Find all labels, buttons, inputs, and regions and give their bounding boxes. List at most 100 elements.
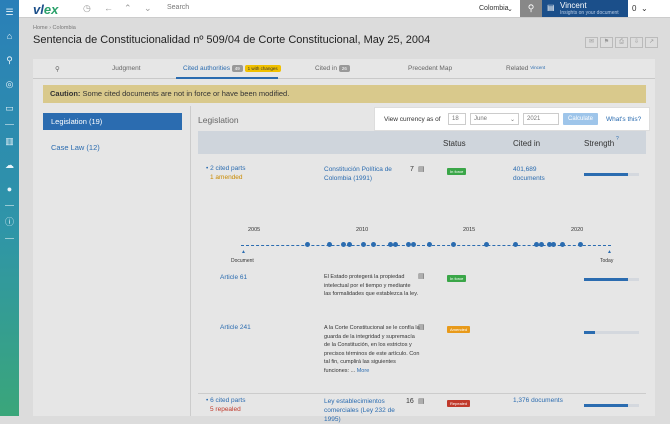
- download-icon[interactable]: ⇩: [630, 37, 643, 48]
- cited-parts-toggle[interactable]: • 2 cited parts: [206, 165, 246, 172]
- logo-main: vl: [33, 2, 44, 17]
- timeline-dot[interactable]: [539, 242, 544, 247]
- month-select[interactable]: June ⌄: [470, 113, 519, 125]
- cited-parts-toggle[interactable]: • 6 cited parts: [206, 397, 246, 404]
- timeline-dot[interactable]: [578, 242, 583, 247]
- related-badge: Vincent: [530, 65, 546, 70]
- tab-search-icon[interactable]: ⚲: [55, 65, 60, 73]
- history-icon[interactable]: ◷: [83, 3, 91, 14]
- country-selector[interactable]: Colombia: [479, 5, 509, 12]
- search-input[interactable]: Search: [167, 4, 189, 11]
- timeline-dot[interactable]: [361, 242, 366, 247]
- timeline-dot[interactable]: [411, 242, 416, 247]
- table-row: Article 61 El Estado protegerá la propie…: [198, 270, 646, 316]
- column-divider: [190, 106, 191, 416]
- document-icon[interactable]: ▤: [418, 397, 425, 405]
- legislation-filter[interactable]: Legislation (19): [43, 113, 182, 130]
- section-label: Legislation: [198, 115, 239, 125]
- home-icon[interactable]: ⌂: [0, 24, 19, 48]
- timeline-dot[interactable]: [327, 242, 332, 247]
- user-name: Vincent: [560, 1, 587, 10]
- article-text-body: A la Corte Constitucional se le confía l…: [324, 325, 420, 374]
- search-icon: ⚲: [527, 3, 535, 13]
- status-badge: Amended: [447, 326, 471, 333]
- timeline-dot[interactable]: [560, 242, 565, 247]
- timeline-year: 2005: [248, 227, 261, 233]
- tab-cited-in[interactable]: Cited in 26: [315, 65, 350, 72]
- search-icon[interactable]: ⚲: [0, 48, 19, 72]
- strength-header: Strength: [584, 139, 615, 148]
- table-row: • 6 cited parts 5 repealed Ley estableci…: [198, 393, 646, 423]
- tab-precedent-map[interactable]: Precedent Map: [408, 65, 452, 72]
- timeline-dot[interactable]: [551, 242, 556, 247]
- vlex-logo[interactable]: vlex: [33, 2, 58, 17]
- year-input[interactable]: 2021: [523, 113, 559, 125]
- tab-judgment[interactable]: Judgment: [112, 65, 141, 72]
- timeline-dot[interactable]: [393, 242, 398, 247]
- chevron-down-icon[interactable]: ⌄: [144, 3, 152, 14]
- table-header: Status Cited in Strength ?: [198, 131, 646, 154]
- search-button[interactable]: ⚲: [520, 0, 542, 17]
- chevron-down-icon[interactable]: ⌄: [641, 4, 648, 13]
- tab-bar: ⚲ Judgment Cited authorities 49 1 with c…: [33, 59, 655, 79]
- cited-in-link[interactable]: 401,689 documents: [513, 165, 563, 183]
- bulb-icon[interactable]: ●: [0, 177, 19, 201]
- help-icon[interactable]: ?: [616, 136, 619, 142]
- case-law-filter[interactable]: Case Law (12): [51, 143, 100, 152]
- breadcrumb[interactable]: Home › Colombia: [33, 25, 76, 31]
- tab-label: Cited in: [315, 65, 338, 72]
- timeline-dot[interactable]: [513, 242, 518, 247]
- timeline-dot[interactable]: [347, 242, 352, 247]
- document-icon[interactable]: ▤: [418, 165, 425, 173]
- document-icon: ▤: [547, 3, 555, 12]
- cloud-icon[interactable]: ☁: [0, 153, 19, 177]
- strength-bar: [584, 278, 639, 281]
- day-input[interactable]: 18: [448, 113, 466, 125]
- sidebar-divider: [5, 124, 14, 125]
- strength-bar: [584, 404, 639, 407]
- tab-label: Cited authorities: [183, 65, 230, 72]
- whats-this-link[interactable]: What's this?: [606, 116, 641, 123]
- article-link[interactable]: Article 241: [220, 324, 251, 331]
- end-marker-icon: ▲: [607, 249, 612, 255]
- info-icon[interactable]: ⓘ: [0, 210, 19, 234]
- status-badge: In force: [447, 275, 467, 282]
- timeline-dot[interactable]: [371, 242, 376, 247]
- timeline-dot[interactable]: [484, 242, 489, 247]
- more-link[interactable]: More: [357, 368, 370, 374]
- vincent-button[interactable]: ▤ Vincent Insights on your document: [542, 0, 628, 17]
- document-title-link[interactable]: Ley establecimientos comerciales (Ley 23…: [324, 397, 404, 424]
- menu-icon[interactable]: ☰: [0, 0, 19, 24]
- top-bar: vlex ◷ ← ⌃ ⌄ Search Colombia ⌄ ⚲ ▤ Vince…: [19, 0, 670, 18]
- calculate-button[interactable]: Calculate: [563, 113, 598, 125]
- share-icon[interactable]: ↗: [645, 37, 658, 48]
- strength-bar: [584, 331, 639, 334]
- tab-related[interactable]: Related Vincent: [506, 65, 545, 72]
- timeline-dot[interactable]: [341, 242, 346, 247]
- notification-count[interactable]: 0: [632, 4, 636, 13]
- timeline-dot[interactable]: [427, 242, 432, 247]
- cited-in-header: Cited in: [513, 139, 541, 148]
- book-icon[interactable]: ▥: [0, 129, 19, 153]
- print-icon[interactable]: ⎙: [615, 37, 628, 48]
- document-icon[interactable]: ▤: [418, 272, 425, 280]
- chevron-up-icon[interactable]: ⌃: [124, 3, 132, 14]
- article-link[interactable]: Article 61: [220, 274, 247, 281]
- bookmark-icon[interactable]: ⚑: [600, 37, 613, 48]
- currency-box: View currency as of 18 June ⌄ 2021 Calcul…: [374, 107, 650, 131]
- count-badge: 49: [231, 65, 243, 72]
- email-icon[interactable]: ✉: [585, 37, 598, 48]
- document-title-link[interactable]: Constitución Política de Colombia (1991): [324, 165, 400, 183]
- status-badge: In force: [447, 168, 467, 175]
- timeline-dot[interactable]: [305, 242, 310, 247]
- status-badge: Repealed: [447, 400, 471, 407]
- chevron-down-icon[interactable]: ⌄: [507, 5, 513, 13]
- tab-cited-authorities[interactable]: Cited authorities 49 1 with changes: [183, 65, 281, 72]
- cited-in-link[interactable]: 1,376 documents: [513, 397, 563, 404]
- back-arrow-icon[interactable]: ←: [104, 3, 113, 13]
- document-card: ⚲ Judgment Cited authorities 49 1 with c…: [33, 59, 655, 423]
- screen-icon[interactable]: ▭: [0, 96, 19, 120]
- document-icon[interactable]: ▤: [418, 323, 425, 331]
- timeline-dot[interactable]: [451, 242, 456, 247]
- compass-icon[interactable]: ◎: [0, 72, 19, 96]
